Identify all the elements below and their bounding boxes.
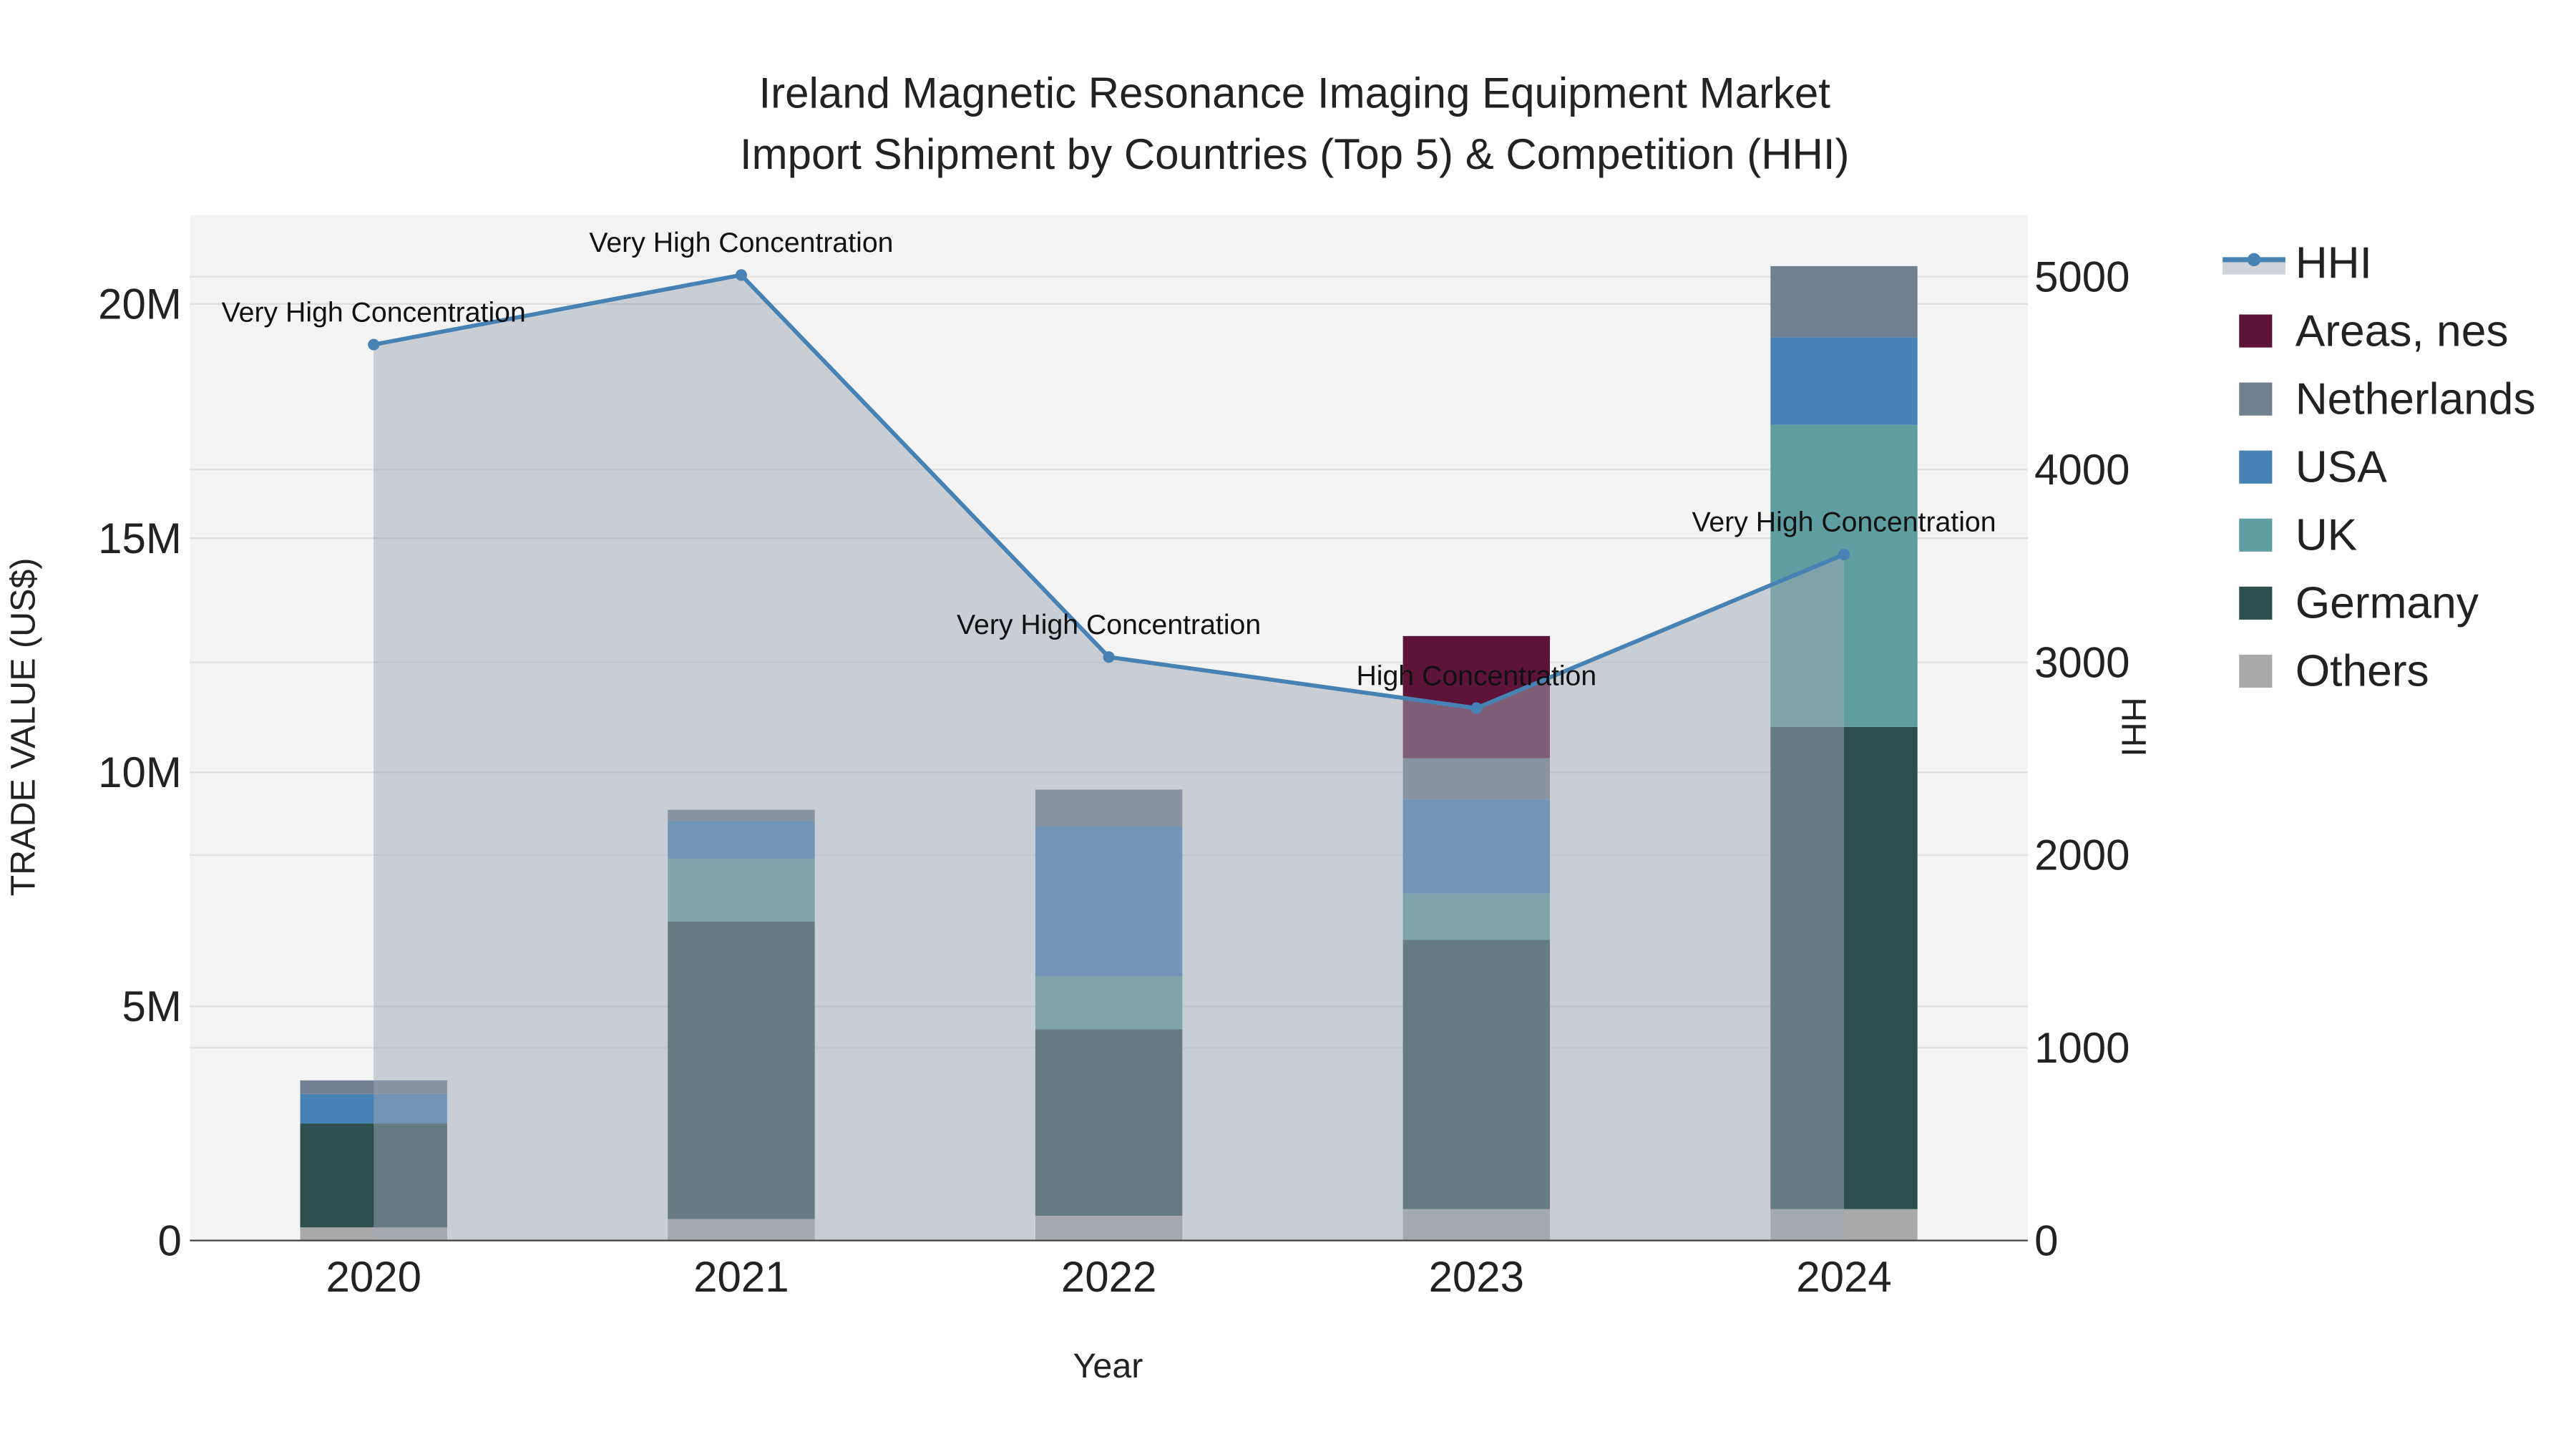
legend-marker-hhi <box>2247 253 2261 267</box>
legend-swatch-areas-nes <box>2239 314 2273 348</box>
y-tick-label: 10M <box>98 748 182 796</box>
hhi-annotation: Very High Concentration <box>222 296 526 328</box>
y-tick-label: 15M <box>98 514 182 562</box>
legend-label[interactable]: Netherlands <box>2296 374 2536 424</box>
chart-title-line2: Import Shipment by Countries (Top 5) & C… <box>740 130 1850 178</box>
y2-tick-label: 4000 <box>2034 446 2129 494</box>
legend-label[interactable]: USA <box>2296 443 2388 492</box>
hhi-annotation: Very High Concentration <box>589 227 893 258</box>
legend-swatch-netherlands <box>2239 382 2273 416</box>
y-axis-title: TRADE VALUE (US$) <box>4 557 42 896</box>
legend-label[interactable]: HHI <box>2296 238 2372 288</box>
x-tick-label: 2020 <box>326 1253 421 1301</box>
hhi-point-2021 <box>735 269 747 281</box>
chart-title-line1: Ireland Magnetic Resonance Imaging Equip… <box>758 69 1830 117</box>
legend-swatch-uk <box>2239 518 2273 552</box>
x-tick-label: 2021 <box>693 1253 789 1301</box>
y-tick-label: 20M <box>98 280 182 328</box>
y2-tick-label: 2000 <box>2034 831 2129 879</box>
x-axis-title: Year <box>1073 1347 1143 1385</box>
y2-tick-label: 5000 <box>2034 253 2129 301</box>
x-tick-label: 2023 <box>1429 1253 1524 1301</box>
hhi-point-2020 <box>368 338 380 351</box>
hhi-annotation: High Concentration <box>1356 660 1596 691</box>
legend-label[interactable]: Areas, nes <box>2296 306 2509 356</box>
y2-tick-label: 0 <box>2034 1216 2058 1264</box>
bar-usa-2024 <box>1770 337 1918 425</box>
hhi-annotation: Very High Concentration <box>1692 507 1996 538</box>
y-tick-label: 5M <box>122 982 181 1030</box>
legend-swatch-usa <box>2239 450 2273 484</box>
bar-netherlands-2024 <box>1770 265 1918 338</box>
hhi-point-2023 <box>1470 702 1483 714</box>
hhi-annotation: Very High Concentration <box>957 609 1261 640</box>
legend-swatch-germany <box>2239 586 2273 620</box>
hhi-point-2022 <box>1103 651 1115 663</box>
chart: Very High Concentration Very High Concent… <box>4 69 2536 1386</box>
legend-label[interactable]: Germany <box>2296 579 2479 628</box>
x-tick-label: 2022 <box>1061 1253 1156 1301</box>
y2-tick-label: 1000 <box>2034 1024 2129 1072</box>
hhi-point-2024 <box>1838 548 1850 561</box>
legend-swatch-others <box>2239 654 2273 688</box>
legend: HHI Areas, nes Netherlands USA UK Germany Othe… <box>2223 238 2536 696</box>
legend-label[interactable]: UK <box>2296 511 2358 560</box>
y2-axis-title: HHI <box>2114 697 2152 756</box>
x-tick-label: 2024 <box>1796 1253 1891 1301</box>
legend-label[interactable]: Others <box>2296 647 2429 696</box>
y-tick-label: 0 <box>157 1216 181 1264</box>
y2-tick-label: 3000 <box>2034 638 2129 686</box>
